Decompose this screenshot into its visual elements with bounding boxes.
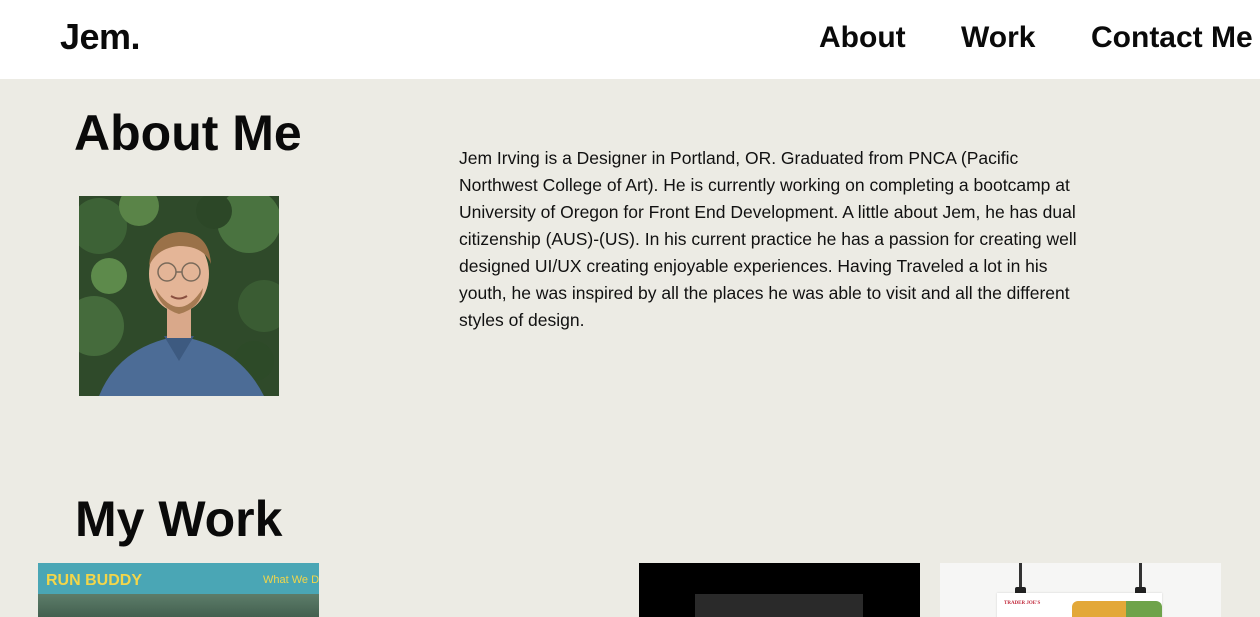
profile-photo [79, 196, 279, 396]
clip-icon [1139, 563, 1142, 589]
site-header: Jem. About Work Contact Me [0, 0, 1260, 79]
project-nav-text: What We Do [263, 574, 319, 586]
profile-photo-image [79, 196, 279, 396]
project-thumbnail [38, 594, 319, 617]
clip-icon [1019, 563, 1022, 589]
nav-work-link[interactable]: Work [961, 21, 1035, 55]
work-heading: My Work [75, 491, 283, 547]
nav-contact-link[interactable]: Contact Me [1091, 21, 1253, 55]
project-card-run-buddy[interactable]: RUN BUDDY What We Do [38, 563, 319, 617]
poster-illustration [1072, 601, 1162, 617]
poster-brand-text: TRADER JOE'S [1004, 601, 1041, 606]
project-title: RUN BUDDY [46, 572, 142, 589]
nav-about-link[interactable]: About [819, 21, 906, 55]
project-card-dark[interactable] [639, 563, 920, 617]
about-bio: Jem Irving is a Designer in Portland, OR… [459, 148, 1077, 330]
site-logo[interactable]: Jem. [60, 16, 141, 58]
project-thumbnail [695, 594, 863, 617]
about-heading: About Me [74, 105, 302, 161]
project-card-poster[interactable]: TRADER JOE'S [940, 563, 1221, 617]
